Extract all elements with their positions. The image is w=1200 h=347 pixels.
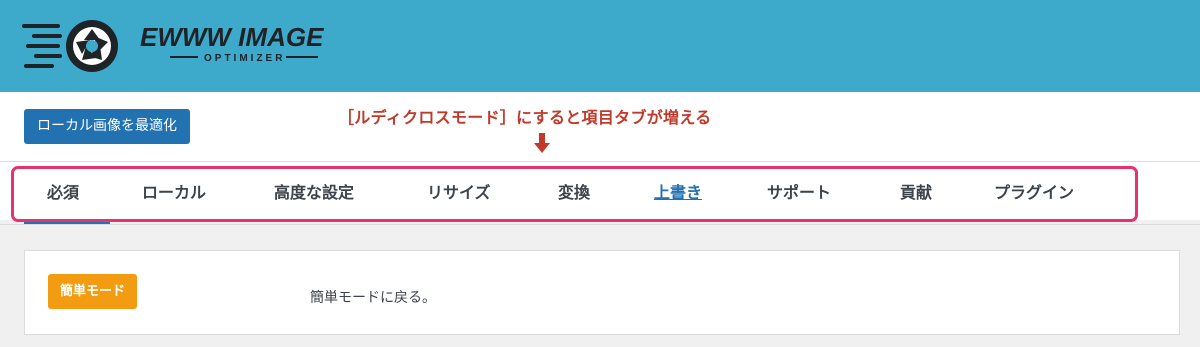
tab-required[interactable]: 必須 [47,179,79,203]
divider [0,224,1200,225]
tab-overwrite[interactable]: 上書き [654,179,702,203]
tab-convert[interactable]: 変換 [558,179,590,203]
settings-panel [24,250,1180,335]
annotation-text: ［ルディクロスモード］にすると項目タブが増える [338,108,712,127]
tab-local[interactable]: ローカル [142,179,206,203]
easy-mode-button[interactable]: 簡単モード [48,274,138,309]
tab-plugins[interactable]: プラグイン [994,179,1074,203]
arrow-down-icon [534,133,550,153]
easy-mode-description: 簡単モードに戻る。 [310,290,436,306]
optimize-local-images-button[interactable]: ローカル画像を最適化 [24,109,190,144]
tab-resize[interactable]: リサイズ [427,179,491,203]
tab-contribute[interactable]: 貢献 [900,179,932,203]
tab-support[interactable]: サポート [767,179,831,203]
header-banner: EWWW IMAGE OPTIMIZER [0,0,1200,92]
tab-advanced[interactable]: 高度な設定 [274,179,354,203]
logo-text-sub: OPTIMIZER [204,53,285,64]
logo-text-main: EWWW IMAGE [140,22,324,52]
ewww-logo: EWWW IMAGE OPTIMIZER [22,20,324,72]
